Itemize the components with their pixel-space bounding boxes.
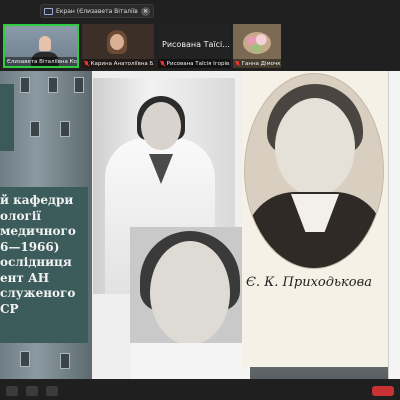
participant-strip: Єлизавета Віталіївна Кост Карина Анатолі… <box>0 24 400 68</box>
mic-muted-icon <box>235 60 240 67</box>
participant-name-bar: Карина Анатоліївна Б... <box>82 59 154 68</box>
biography-line: ослідниця <box>0 255 72 269</box>
side-panel[interactable] <box>388 71 400 379</box>
participant-name-bar: Ганна Дімочка <box>233 59 281 68</box>
shared-slide: й кафедри ології медичного 6—1966) ослід… <box>0 71 388 379</box>
participant-name: Єлизавета Віталіївна Кост <box>7 58 77 65</box>
participant-name: Рисована Таїсія Ігорів... <box>166 60 230 67</box>
share-screen-icon[interactable] <box>46 385 58 396</box>
mic-icon[interactable] <box>6 385 18 396</box>
meeting-toolbar <box>0 381 400 400</box>
share-indicator[interactable]: Екран (Єлизавета Віталіївна Ко ✕ <box>40 4 154 18</box>
participant-name-bar: Єлизавета Віталіївна Кост <box>5 57 77 66</box>
biography-line: й кафедри <box>0 193 74 207</box>
participant-face <box>110 34 124 50</box>
biography-line: 6—1966) <box>0 239 60 254</box>
biography-line: СР <box>0 301 19 316</box>
participant-face <box>39 36 51 51</box>
biography-line: служеного <box>0 286 76 300</box>
camera-icon[interactable] <box>26 385 38 396</box>
participant-name: Ганна Дімочка <box>241 60 281 67</box>
leave-button[interactable] <box>372 385 394 396</box>
participant-name-bar: Рисована Таїсія Ігорів... <box>158 59 230 68</box>
participant-tile[interactable]: Єлизавета Віталіївна Кост <box>3 24 79 68</box>
flowers-avatar <box>243 32 271 54</box>
biography-text-box: й кафедри ології медичного 6—1966) ослід… <box>0 187 88 343</box>
portrait-photo-oval: Є. К. Приходькова <box>242 71 388 367</box>
biography-line: ології <box>0 208 41 223</box>
share-indicator-label: Екран (Єлизавета Віталіївна Ко <box>56 7 138 15</box>
participant-tile[interactable]: Карина Анатоліївна Б... <box>82 24 154 68</box>
participant-tile[interactable]: Ганна Дімочка <box>233 24 281 68</box>
accent-panel <box>0 84 14 151</box>
close-icon[interactable]: ✕ <box>141 6 150 16</box>
participant-tile[interactable]: Рисована Таїсі... Рисована Таїсія Ігорів… <box>158 24 230 68</box>
participant-name: Карина Анатоліївна Б... <box>90 60 154 67</box>
mic-muted-icon <box>160 60 165 67</box>
portrait-photo-closeup <box>130 227 250 379</box>
participant-tile-title: Рисована Таїсі... <box>162 40 230 49</box>
biography-line: медичного <box>0 224 76 238</box>
mic-muted-icon <box>84 60 89 67</box>
biography-line: ент АН <box>0 270 50 285</box>
screen-share-icon <box>44 7 53 15</box>
screen-share-window: Екран (Єлизавета Віталіївна Ко ✕ Єлизаве… <box>0 0 400 400</box>
portrait-caption: Є. К. Приходькова <box>246 275 372 290</box>
